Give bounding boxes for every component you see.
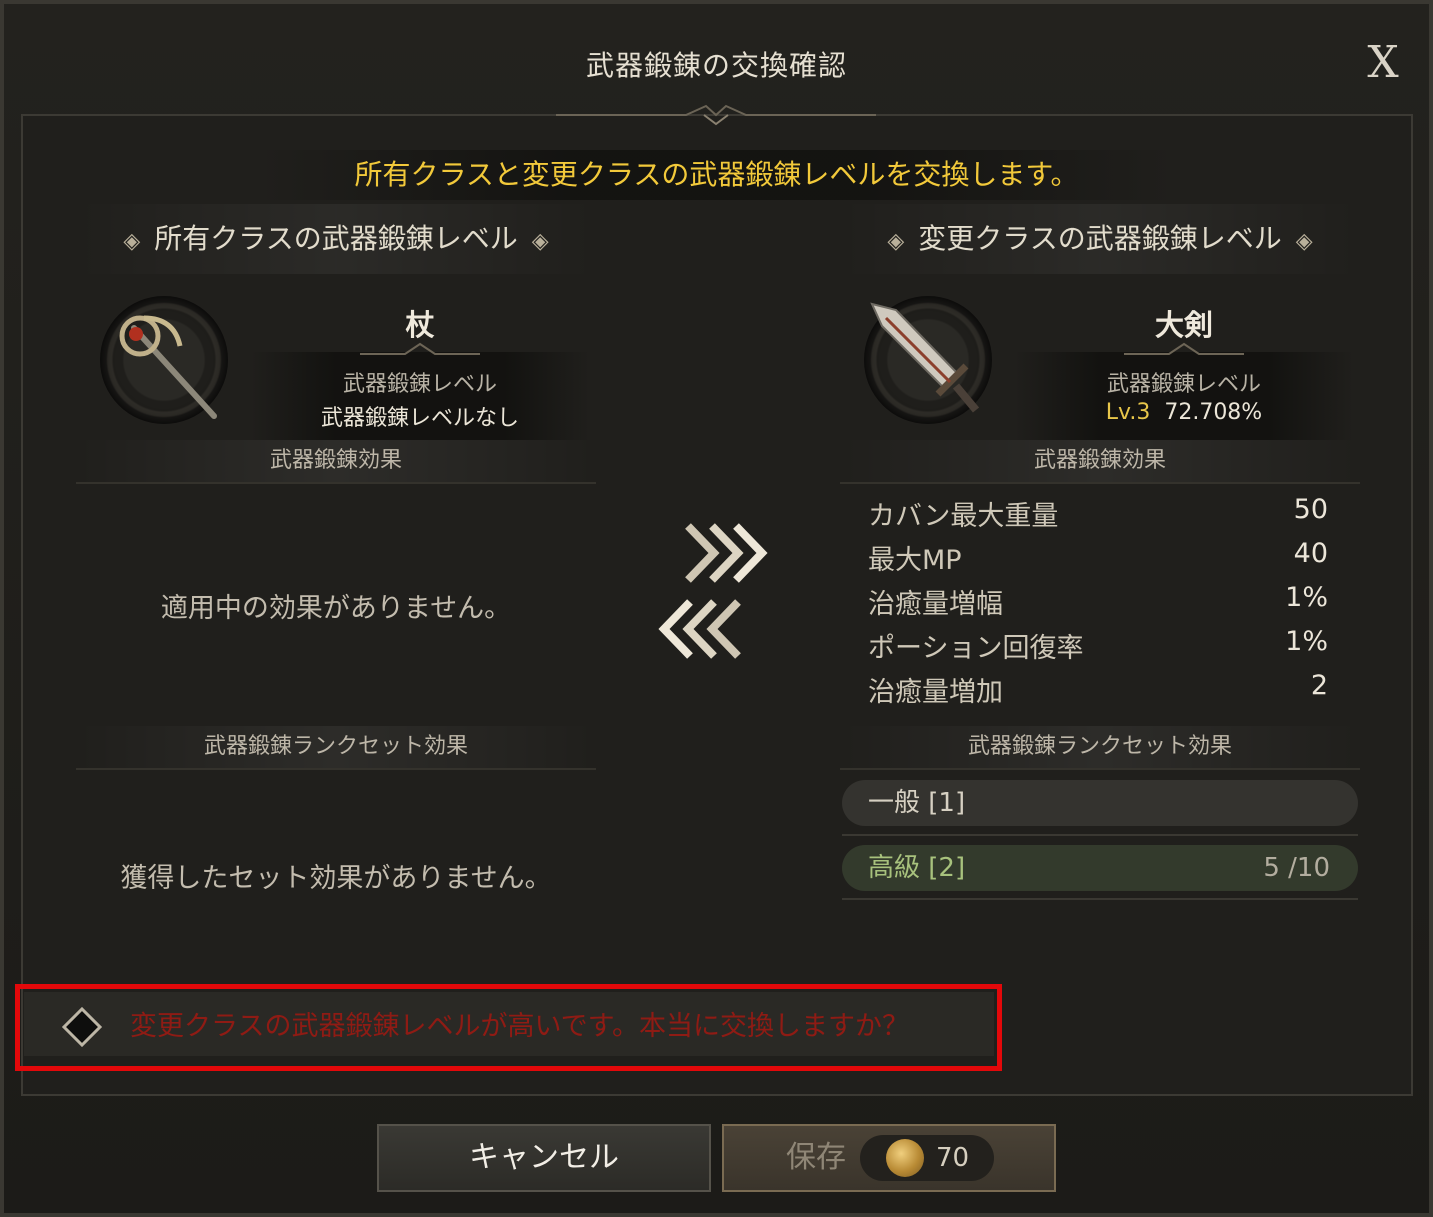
cost-pill: 70 [860, 1135, 994, 1181]
left-weapon-name: 杖 [405, 308, 435, 342]
right-level-percent: 72.708% [1164, 400, 1263, 425]
stat-name: 治癒量増幅 [868, 589, 1003, 620]
diamond-icon: ◈ [887, 229, 905, 254]
stat-row: カバン最大重量 50 [868, 494, 1328, 536]
rank-divider [842, 834, 1358, 836]
left-panel-header: ◈ 所有クラスの武器鍛錬レベル ◈ [76, 204, 596, 274]
exchange-notice: 所有クラスと変更クラスの武器鍛錬レベルを交換します。 [0, 150, 1433, 200]
left-effects-header: 武器鍛錬効果 [76, 440, 596, 484]
level-ornament [1124, 342, 1244, 355]
rank-pill-advanced: 高級 [2] 5 /10 [842, 845, 1358, 891]
left-set-header: 武器鍛錬ランクセット効果 [76, 726, 596, 770]
staff-icon [119, 315, 217, 419]
left-arrow-icon [658, 599, 741, 659]
rank-pill-normal: 一般 [1] [842, 780, 1358, 826]
left-level-value: 武器鍛錬レベルなし [320, 406, 519, 431]
right-panel-header: ◈ 変更クラスの武器鍛錬レベル ◈ [840, 204, 1360, 274]
stat-name: カバン最大重量 [868, 501, 1059, 532]
save-button[interactable]: 保存 70 [722, 1124, 1056, 1192]
right-arrow-icon [685, 523, 768, 583]
stat-row: 最大MP 40 [868, 538, 1328, 580]
save-cost: 70 [936, 1143, 970, 1173]
left-header-label: 所有クラスの武器鍛錬レベル [154, 222, 518, 255]
diamond-icon: ◈ [123, 229, 141, 254]
stat-value: 2 [1310, 670, 1328, 701]
stat-name: 最大MP [868, 545, 962, 576]
rank-count: 5 /10 [1263, 853, 1330, 883]
rank-name: 高級 [2] [868, 853, 966, 883]
rank-divider [842, 898, 1358, 900]
right-header-label: 変更クラスの武器鍛錬レベル [918, 222, 1282, 255]
left-set-empty: 獲得したセット効果がありません。 [120, 863, 552, 894]
left-level-label: 武器鍛錬レベル [342, 372, 497, 397]
stat-value: 40 [1293, 538, 1328, 569]
right-level-value: Lv.3 72.708% [1014, 400, 1354, 425]
dialog-title: 武器鍛錬の交換確認 [585, 49, 847, 82]
title-ornament [556, 104, 876, 126]
right-effects-header: 武器鍛錬効果 [840, 440, 1360, 484]
stat-row: 治癒量増幅 1% [868, 582, 1328, 624]
coin-icon [886, 1139, 924, 1177]
diamond-icon: ◈ [531, 229, 549, 254]
greatsword-icon [870, 302, 980, 413]
stat-name: ポーション回復率 [868, 633, 1084, 664]
right-level-number: Lv.3 [1105, 400, 1151, 425]
cancel-button[interactable]: キャンセル [377, 1124, 711, 1192]
highlight-box [15, 984, 1002, 1071]
stat-name: 治癒量増加 [868, 677, 1003, 708]
left-effects-empty: 適用中の効果がありません。 [160, 593, 512, 624]
stat-value: 1% [1285, 626, 1328, 657]
right-weapon-name: 大剣 [1154, 308, 1213, 342]
level-ornament [360, 342, 480, 355]
stat-value: 1% [1285, 582, 1328, 613]
stat-row: ポーション回復率 1% [868, 626, 1328, 668]
save-label: 保存 [786, 1140, 846, 1175]
stat-value: 50 [1293, 494, 1328, 525]
rank-name: 一般 [1] [868, 788, 966, 818]
close-button[interactable]: X [1360, 40, 1406, 86]
right-level-label: 武器鍛錬レベル [1106, 372, 1261, 397]
diamond-icon: ◈ [1295, 229, 1313, 254]
stat-row: 治癒量増加 2 [868, 670, 1328, 712]
right-set-header: 武器鍛錬ランクセット効果 [840, 726, 1360, 770]
